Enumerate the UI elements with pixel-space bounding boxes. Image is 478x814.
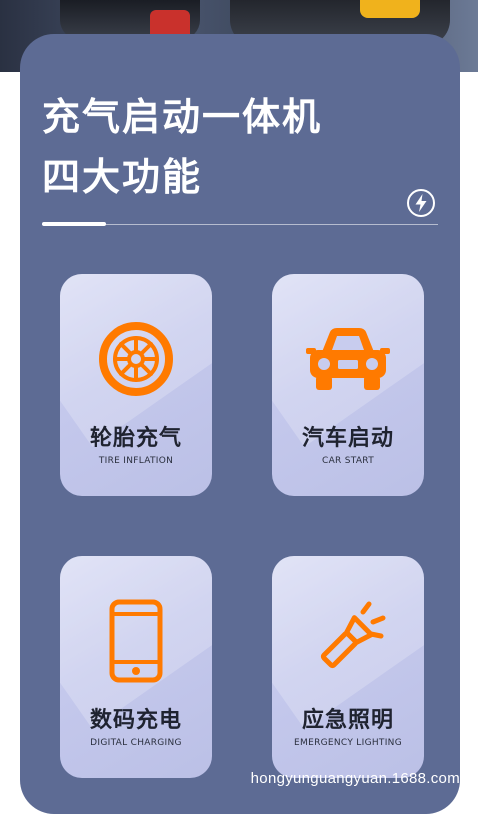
flashlight-icon [320, 601, 386, 669]
feature-card-tire-inflation: 轮胎充气 TIRE INFLATION [60, 274, 212, 496]
page-title-line1: 充气启动一体机 [42, 95, 323, 139]
feature-subtitle: DIGITAL CHARGING [90, 738, 182, 748]
watermark-text: hongyunguangyuan.1688.com [250, 770, 460, 787]
tire-icon [99, 322, 173, 396]
car-icon [306, 328, 390, 390]
feature-card-car-start: 汽车启动 CAR START [272, 274, 424, 496]
phone-icon [109, 599, 163, 683]
page-title-line2: 四大功能 [42, 155, 203, 199]
device-yellow-trim [360, 0, 420, 18]
feature-card-digital-charging: 数码充电 DIGITAL CHARGING [60, 556, 212, 778]
feature-subtitle: CAR START [321, 456, 375, 466]
feature-title: 应急照明 [301, 708, 394, 733]
title-divider-accent [42, 222, 106, 226]
feature-title: 数码充电 [89, 708, 182, 733]
lightning-icon [407, 189, 435, 217]
feature-subtitle: EMERGENCY LIGHTING [294, 738, 402, 748]
feature-subtitle: TIRE INFLATION [98, 456, 174, 466]
feature-card-emergency-lighting: 应急照明 EMERGENCY LIGHTING [272, 556, 424, 778]
feature-title: 汽车启动 [301, 426, 394, 451]
feature-title: 轮胎充气 [89, 426, 182, 451]
